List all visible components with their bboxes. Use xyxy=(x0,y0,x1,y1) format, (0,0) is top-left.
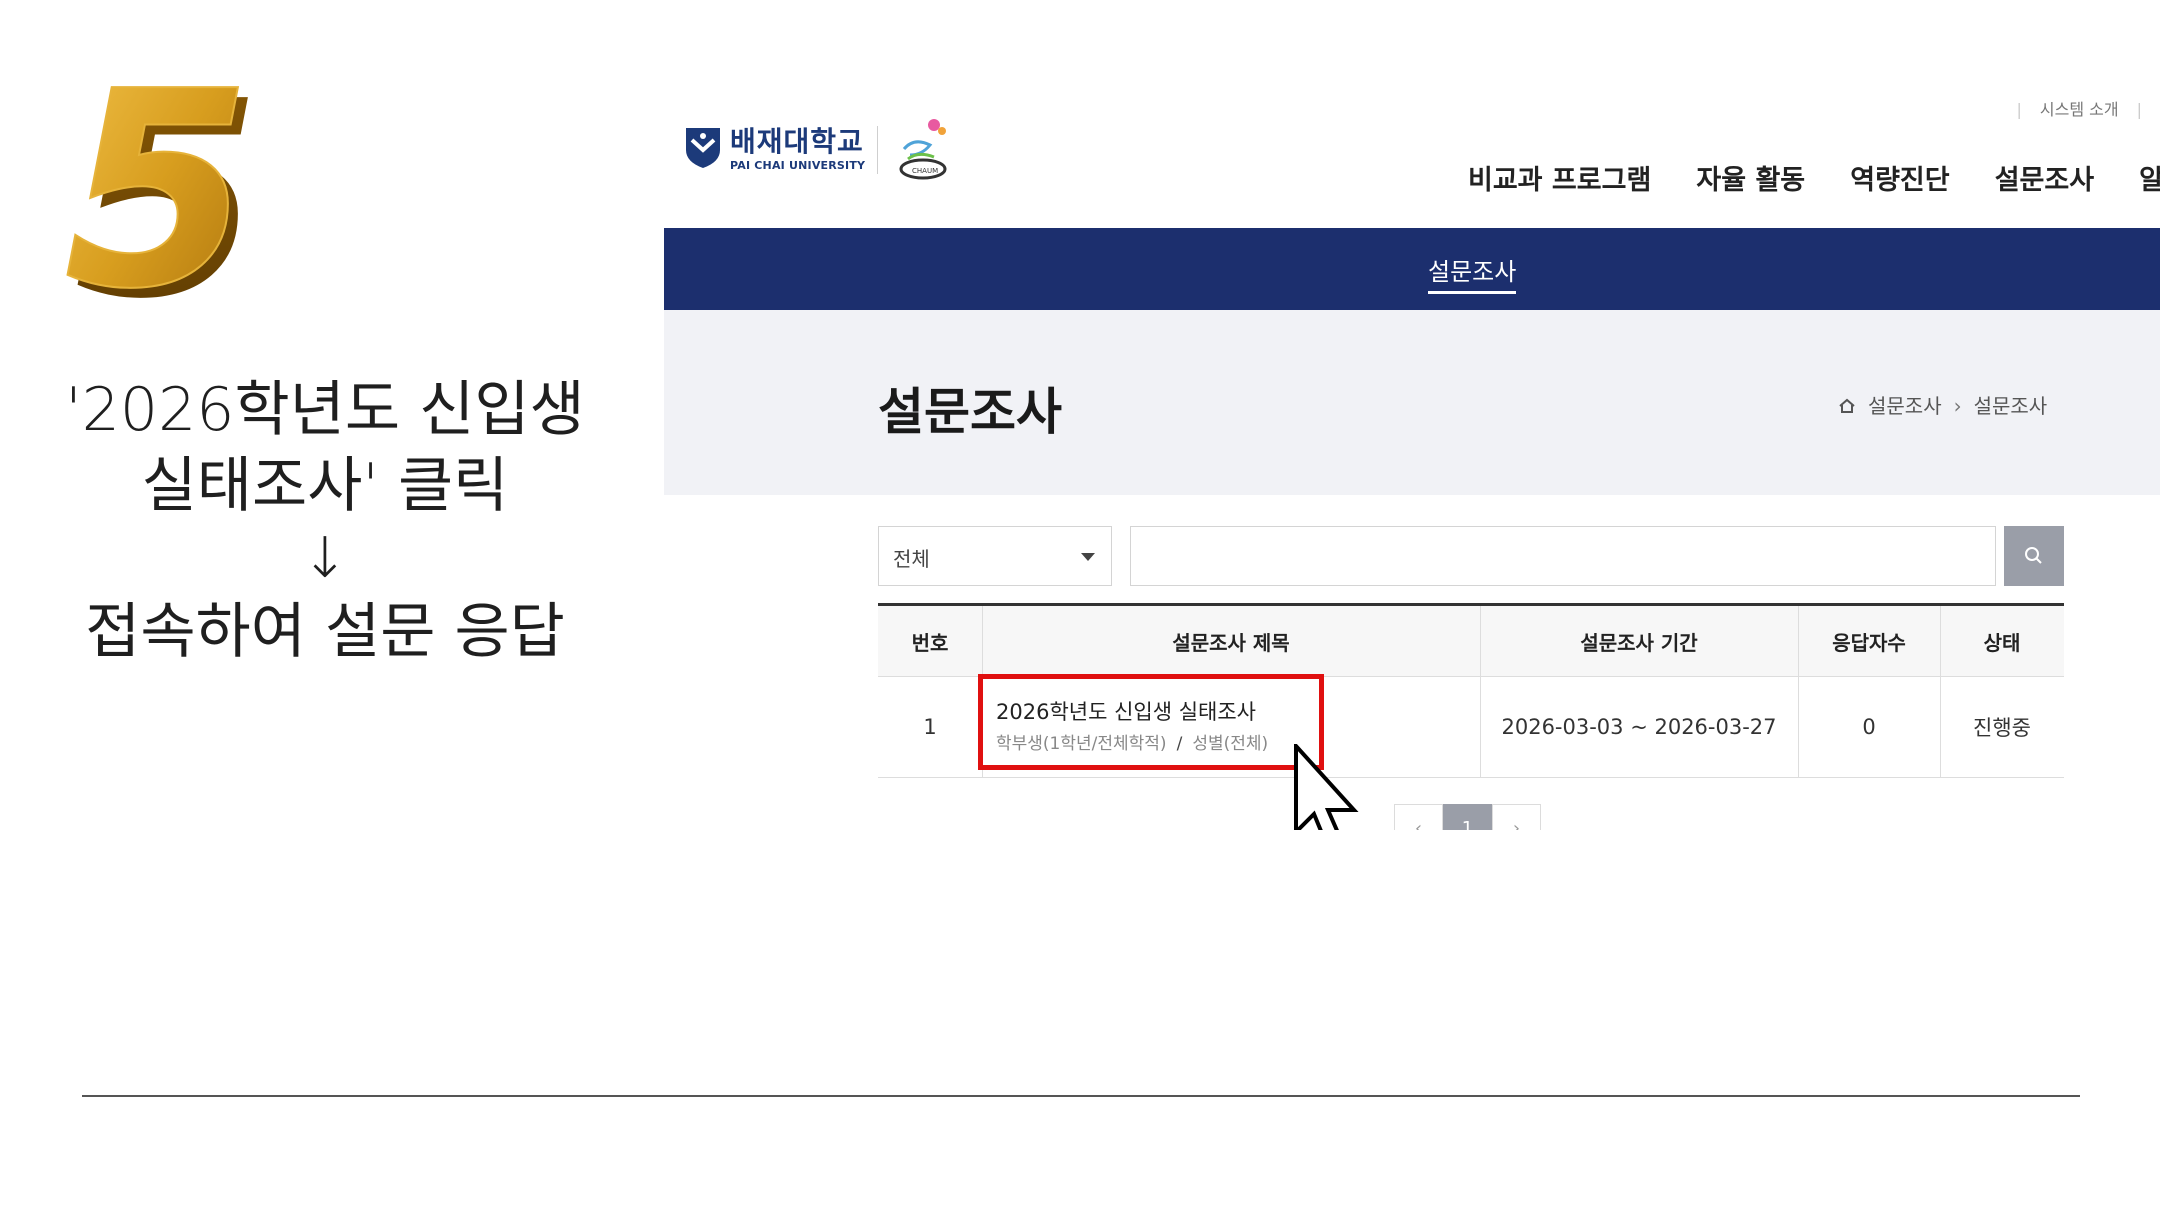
gnb-item-notice[interactable]: 알림 xyxy=(2139,165,2160,196)
bottom-divider xyxy=(82,1095,2080,1097)
mouse-cursor-icon xyxy=(1292,740,1372,830)
home-icon[interactable] xyxy=(1838,398,1856,414)
system-intro-link[interactable]: 시스템 소개 xyxy=(2040,100,2119,119)
highlight-box xyxy=(978,674,1324,770)
search-button[interactable] xyxy=(2004,526,2064,586)
breadcrumb-level-2[interactable]: 설문조사 xyxy=(1974,394,2048,418)
page-title: 설문조사 xyxy=(878,383,1062,441)
search-input[interactable] xyxy=(1130,526,1996,586)
search-icon xyxy=(2025,547,2042,564)
page-1-button[interactable]: 1 xyxy=(1443,804,1492,830)
breadcrumb: 설문조사 › 설문조사 xyxy=(1838,390,2047,419)
instruction-text: '2026학년도 신입생 실태조사' 클릭 ↓ 접속하여 설문 응답 xyxy=(40,372,610,670)
website-screenshot: 배재대학교 PAI CHAI UNIVERSITY CHAUM | 시스템 소개 |… xyxy=(664,0,2160,830)
row-no: 1 xyxy=(923,715,937,739)
prev-page-button[interactable]: ‹ xyxy=(1394,804,1443,830)
header-period: 설문조사 기간 xyxy=(1580,630,1698,655)
instruction-line-1: '2026학년도 신입생 xyxy=(65,375,585,445)
row-status: 진행중 xyxy=(1973,716,2031,740)
down-arrow-icon: ↓ xyxy=(301,526,349,591)
header-respondents: 응답자수 xyxy=(1832,630,1906,655)
gnb-item-extracurricular[interactable]: 비교과 프로그램 xyxy=(1468,165,1651,196)
page-header: 설문조사 설문조사 › 설문조사 xyxy=(664,310,2160,495)
sub-navigation-bar: 설문조사 xyxy=(664,228,2160,310)
svg-text:5: 5 xyxy=(64,72,252,322)
subnav-item-survey[interactable]: 설문조사 xyxy=(1428,252,1517,294)
category-select[interactable]: 전체 xyxy=(878,526,1112,586)
instruction-line-3: 접속하여 설문 응답 xyxy=(85,597,565,667)
gnb-item-survey[interactable]: 설문조사 xyxy=(1995,165,2094,196)
caret-down-icon xyxy=(1081,553,1095,561)
svg-text:CHAUM: CHAUM xyxy=(912,167,938,175)
instruction-line-2: 실태조사' 클릭 xyxy=(141,451,509,521)
breadcrumb-separator: › xyxy=(1953,394,1962,418)
shield-logo-icon xyxy=(686,128,720,168)
main-navigation: 비교과 프로그램 자율 활동 역량진단 설문조사 알림 xyxy=(1468,158,2160,197)
pagination: ‹ 1 › xyxy=(1394,804,1541,830)
gnb-item-autonomous[interactable]: 자율 활동 xyxy=(1696,165,1805,196)
header-no: 번호 xyxy=(911,630,949,655)
breadcrumb-level-1[interactable]: 설문조사 xyxy=(1868,394,1942,418)
utility-links: | 시스템 소개 | xyxy=(2016,100,2142,119)
logo-divider xyxy=(877,126,878,174)
next-page-button[interactable]: › xyxy=(1492,804,1541,830)
logo-name-en: PAI CHAI UNIVERSITY xyxy=(730,159,866,172)
header-title: 설문조사 제목 xyxy=(1172,630,1290,655)
category-select-value: 전체 xyxy=(893,547,930,571)
logo-name-ko: 배재대학교 xyxy=(730,125,864,158)
row-respondents: 0 xyxy=(1862,715,1876,739)
header-status: 상태 xyxy=(1983,630,2021,655)
table-header-row: 번호 설문조사 제목 설문조사 기간 응답자수 상태 xyxy=(878,606,2064,677)
step-number-graphic: 5 5 xyxy=(62,32,272,358)
university-logo[interactable]: 배재대학교 PAI CHAI UNIVERSITY xyxy=(684,126,874,176)
chaum-logo[interactable]: CHAUM xyxy=(894,115,952,183)
gnb-item-competency[interactable]: 역량진단 xyxy=(1850,165,1949,196)
row-period: 2026-03-03 ~ 2026-03-27 xyxy=(1501,715,1777,739)
